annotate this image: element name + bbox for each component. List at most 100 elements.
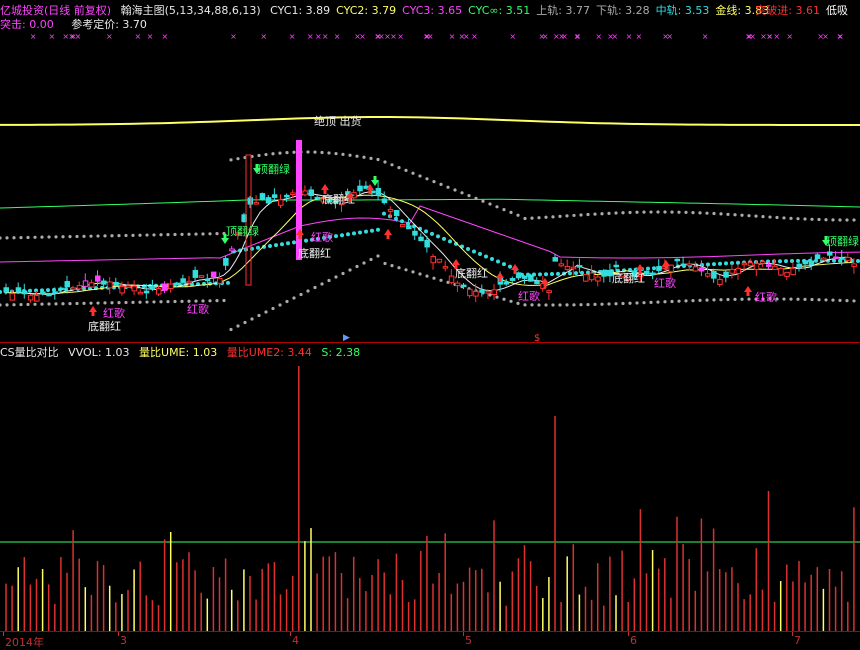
cross-marker: × xyxy=(147,32,154,41)
cross-marker: × xyxy=(260,32,267,41)
candle-body xyxy=(546,290,552,294)
middle-band-dot xyxy=(544,272,548,277)
lower-band-dot xyxy=(558,303,562,307)
upper-band-dot xyxy=(677,210,681,214)
candle-body xyxy=(424,239,430,248)
lower-band-dot xyxy=(138,300,142,304)
cross-marker: × xyxy=(162,32,169,41)
upper-band-dot xyxy=(810,217,814,221)
lower-band-dot xyxy=(145,300,149,304)
lower-band-dot xyxy=(803,297,807,301)
lower-band-dot xyxy=(215,299,219,303)
lower-band-dot xyxy=(348,268,352,272)
lower-band-dot xyxy=(89,301,93,305)
lower-band-dot xyxy=(376,254,380,258)
candle-body xyxy=(113,281,119,287)
candle-body xyxy=(698,267,705,272)
lower-band-dot xyxy=(712,298,716,302)
middle-band-dot xyxy=(268,244,272,248)
middle-band-dot xyxy=(556,271,560,276)
lower-band-dot xyxy=(642,301,646,305)
candle-body xyxy=(265,197,272,204)
lower-band-dot xyxy=(397,266,401,270)
upper-band-dot xyxy=(124,233,128,238)
up-arrow-icon xyxy=(89,306,97,316)
candle-body xyxy=(552,257,558,262)
candle-body xyxy=(735,267,741,274)
upper-band-dot xyxy=(47,235,51,239)
upper-band-dot xyxy=(740,213,744,217)
upper-band-dot xyxy=(565,214,569,218)
candle-body xyxy=(3,287,9,293)
upper-band-dot xyxy=(341,152,345,156)
upper-band-dot xyxy=(600,212,604,216)
main-price-chart[interactable]: × ×× ×××× ×× ××× × ×× ××× × ×××× ××× ××× ××× × × × ×× ×× ×… xyxy=(0,30,860,342)
hong-ge-label: 红歌 xyxy=(187,302,209,316)
upper-band-dot xyxy=(796,217,800,221)
lower-band-dot xyxy=(229,327,233,332)
cross-marker: × xyxy=(611,32,618,41)
upper-band-dot xyxy=(628,210,632,215)
upper-band-dot xyxy=(117,234,121,238)
lower-band-dot xyxy=(663,300,667,304)
lower-band-dot xyxy=(173,299,177,304)
candle-body xyxy=(522,275,528,279)
volume-chart[interactable] xyxy=(0,342,860,631)
candle-body xyxy=(52,291,58,294)
candle-body xyxy=(156,288,162,295)
cross-marker: × xyxy=(106,32,113,41)
middle-band-dot xyxy=(280,242,284,247)
candle-body xyxy=(485,291,491,294)
header-item: 上轨: 3.77 xyxy=(536,4,590,17)
candle-body xyxy=(143,290,150,294)
upper-band-dot xyxy=(635,210,639,214)
candle-body xyxy=(278,199,284,206)
candle-body xyxy=(814,254,821,260)
candle-body xyxy=(247,197,253,205)
upper-band-dot xyxy=(5,236,9,240)
upper-band-dot xyxy=(845,218,849,222)
candle-body xyxy=(174,282,180,286)
candle-body xyxy=(564,265,571,270)
lower-band-dot xyxy=(243,320,247,325)
lower-band-dot xyxy=(551,303,555,307)
upper-band-dot xyxy=(201,232,205,236)
upper-band-dot xyxy=(292,150,296,154)
upper-band-dot xyxy=(208,232,212,236)
cyc3-line xyxy=(0,205,860,263)
upper-band-dot xyxy=(173,232,177,237)
candle-body xyxy=(210,271,217,278)
lower-band-dot xyxy=(530,303,534,307)
x-axis-label: 4 xyxy=(292,634,299,647)
cross-marker: × xyxy=(539,32,546,41)
hong-ge-label: 红歌 xyxy=(755,290,777,304)
candle-body xyxy=(119,285,125,294)
upper-band-dot xyxy=(474,196,478,200)
lower-band-dot xyxy=(299,292,303,297)
middle-band-dot xyxy=(448,239,452,244)
upper-band-dot xyxy=(362,155,366,159)
lower-band-dot xyxy=(495,295,499,299)
candle-body xyxy=(509,278,516,281)
upper-band-dot xyxy=(824,218,828,222)
cross-marker: × xyxy=(449,32,456,41)
candle-body xyxy=(534,280,540,285)
cyc-infinity-line xyxy=(0,198,860,209)
x-axis-tick xyxy=(463,632,464,636)
upper-band-dot xyxy=(817,217,821,222)
header-item: CYC1: 3.89 xyxy=(270,4,331,17)
candle-body xyxy=(717,278,723,285)
ding-fan-lv-label: 顶翻绿 xyxy=(257,162,290,176)
lower-band-dot xyxy=(404,268,408,272)
middle-band-dot xyxy=(364,229,368,234)
candle-body xyxy=(21,290,28,295)
upper-band-dot xyxy=(75,234,79,239)
upper-band-dot xyxy=(383,160,387,164)
candle-body xyxy=(674,258,680,262)
upper-band-dot xyxy=(425,177,429,181)
candle-body xyxy=(473,290,479,297)
middle-band-dot xyxy=(652,266,656,271)
middle-band-dot xyxy=(424,229,428,234)
upper-band-dot xyxy=(586,212,590,217)
lower-band-dot xyxy=(152,300,156,304)
